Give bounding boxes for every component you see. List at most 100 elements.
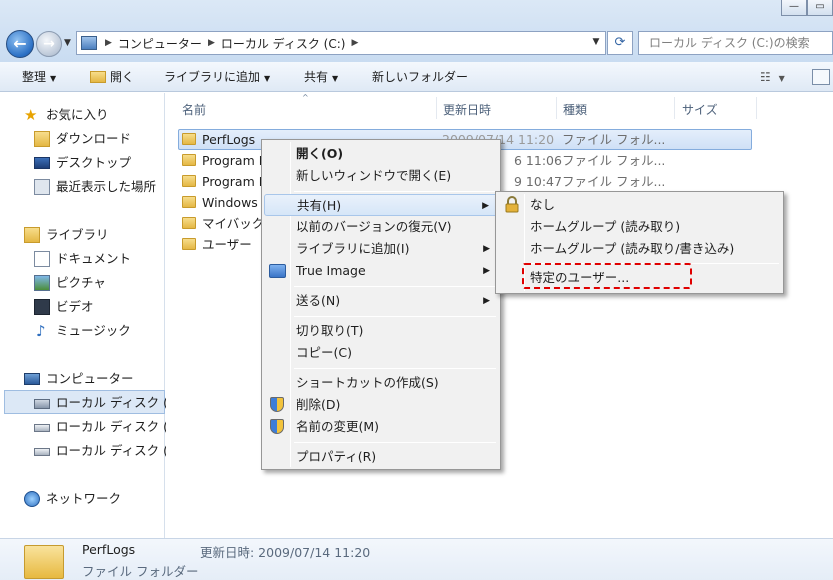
menu-item-rename[interactable]: 名前の変更(M) bbox=[264, 416, 498, 438]
menu-item-true-image[interactable]: True Image ▶ bbox=[264, 260, 498, 282]
file-name: ユーザー bbox=[202, 237, 252, 252]
breadcrumb-chevron-icon[interactable]: ▶ bbox=[351, 38, 358, 48]
file-modified: 6 11:06 bbox=[514, 153, 562, 168]
menu-item-label: 名前の変更(M) bbox=[296, 419, 380, 434]
documents-icon bbox=[34, 251, 50, 267]
nav-label: ローカル ディスク ( bbox=[56, 395, 168, 410]
address-bar[interactable]: ▶ コンピューター ▶ ローカル ディスク (C:) ▶ bbox=[76, 31, 606, 55]
menu-item-share-nobody[interactable]: なし bbox=[498, 194, 781, 216]
add-to-library-button[interactable]: ライブラリに追加 ▼ bbox=[164, 68, 270, 86]
menu-item-open[interactable]: 開く(O) bbox=[264, 143, 498, 165]
star-icon: ★ bbox=[24, 106, 38, 124]
desktop-icon bbox=[34, 157, 50, 169]
nav-label: デスクトップ bbox=[56, 155, 132, 170]
submenu-arrow-icon: ▶ bbox=[483, 244, 490, 254]
menu-item-cut[interactable]: 切り取り(T) bbox=[264, 320, 498, 342]
minimize-button[interactable]: — bbox=[781, 0, 807, 16]
menu-item-create-shortcut[interactable]: ショートカットの作成(S) bbox=[264, 372, 498, 394]
menu-separator bbox=[294, 316, 496, 317]
view-options-icon[interactable]: ☷ ▼ bbox=[760, 68, 785, 86]
breadcrumb-chevron-icon[interactable]: ▶ bbox=[208, 38, 215, 48]
back-button[interactable]: ← bbox=[6, 30, 34, 58]
column-header-name[interactable]: 名前 bbox=[182, 101, 206, 118]
nav-label: ローカル ディスク ( bbox=[56, 419, 168, 434]
uac-shield-icon bbox=[270, 419, 284, 434]
folder-icon bbox=[182, 133, 196, 145]
share-button[interactable]: 共有 ▼ bbox=[304, 68, 338, 86]
breadcrumb-local-disk[interactable]: ローカル ディスク (C:) bbox=[221, 35, 346, 52]
computer-icon bbox=[24, 373, 40, 385]
organize-button[interactable]: 整理 ▼ bbox=[22, 68, 56, 86]
details-modified: 更新日時: 2009/07/14 11:20 bbox=[200, 545, 371, 560]
folder-icon bbox=[182, 196, 196, 208]
music-icon: ♪ bbox=[36, 322, 46, 340]
menu-item-include-library[interactable]: ライブラリに追加(I) ▶ bbox=[264, 238, 498, 260]
recent-pages-dropdown[interactable]: ▼ bbox=[64, 38, 71, 48]
column-header-modified[interactable]: 更新日時 bbox=[443, 101, 491, 118]
nav-label: お気に入り bbox=[46, 107, 109, 122]
column-header-type[interactable]: 種類 bbox=[563, 101, 587, 118]
menu-item-send-to[interactable]: 送る(N) ▶ bbox=[264, 290, 498, 312]
forward-button[interactable]: → bbox=[36, 31, 62, 57]
menu-item-delete[interactable]: 削除(D) bbox=[264, 394, 498, 416]
nav-label: ローカル ディスク ( bbox=[56, 443, 168, 458]
folder-icon bbox=[182, 175, 196, 187]
column-header-size[interactable]: サイズ bbox=[682, 101, 718, 118]
column-divider[interactable] bbox=[756, 97, 757, 119]
column-divider[interactable] bbox=[436, 97, 437, 119]
menu-item-properties[interactable]: プロパティ(R) bbox=[264, 446, 498, 468]
submenu-arrow-icon: ▶ bbox=[483, 266, 490, 276]
drive-icon bbox=[34, 448, 50, 456]
share-label: 共有 bbox=[304, 70, 329, 84]
breadcrumb-computer[interactable]: コンピューター bbox=[118, 35, 202, 52]
submenu-arrow-icon: ▶ bbox=[482, 201, 489, 211]
menu-item-open-new-window[interactable]: 新しいウィンドウで開く(E) bbox=[264, 165, 498, 187]
nav-label: ピクチャ bbox=[56, 275, 106, 290]
menu-item-label: ホームグループ (読み取り) bbox=[530, 219, 681, 234]
sort-ascending-icon: ^ bbox=[302, 93, 309, 102]
system-drive-icon bbox=[34, 399, 50, 409]
computer-drive-icon bbox=[81, 36, 97, 50]
nav-label: ドキュメント bbox=[56, 251, 132, 266]
menu-item-label: 切り取り(T) bbox=[296, 323, 364, 338]
breadcrumb-chevron-icon[interactable]: ▶ bbox=[105, 38, 112, 48]
folder-open-icon bbox=[90, 71, 106, 83]
menu-item-homegroup-readwrite[interactable]: ホームグループ (読み取り/書き込み) bbox=[498, 238, 781, 260]
network-icon bbox=[24, 491, 40, 507]
nav-label: ビデオ bbox=[56, 299, 94, 314]
lock-icon bbox=[505, 196, 519, 213]
nav-label: ネットワーク bbox=[46, 491, 122, 506]
maximize-button[interactable]: ▭ bbox=[807, 0, 833, 16]
file-type: ファイル フォル... bbox=[562, 132, 666, 147]
menu-item-share[interactable]: 共有(H) ▶ bbox=[264, 194, 498, 216]
file-name: PerfLogs bbox=[202, 132, 256, 147]
menu-item-restore-versions[interactable]: 以前のバージョンの復元(V) bbox=[264, 216, 498, 238]
recent-places-icon bbox=[34, 179, 50, 195]
details-pane: PerfLogs ファイル フォルダー 更新日時: 2009/07/14 11:… bbox=[0, 538, 833, 580]
preview-pane-icon[interactable] bbox=[812, 69, 830, 85]
menu-item-label: 共有(H) bbox=[297, 198, 342, 213]
menu-item-label: 以前のバージョンの復元(V) bbox=[296, 219, 452, 234]
open-button[interactable]: 開く bbox=[90, 68, 134, 86]
open-label: 開く bbox=[110, 70, 135, 84]
pictures-icon bbox=[34, 275, 50, 291]
address-dropdown-icon[interactable]: ▼ bbox=[586, 31, 606, 55]
context-menu: 開く(O) 新しいウィンドウで開く(E) 共有(H) ▶ 以前のバージョンの復元… bbox=[261, 139, 501, 470]
refresh-button[interactable]: ⟳ bbox=[607, 31, 633, 55]
videos-icon bbox=[34, 299, 50, 315]
organize-label: 整理 bbox=[22, 70, 47, 84]
command-bar: 整理 ▼ 開く ライブラリに追加 ▼ 共有 ▼ 新しいフォルダー ☷ ▼ bbox=[0, 62, 833, 92]
menu-item-homegroup-read[interactable]: ホームグループ (読み取り) bbox=[498, 216, 781, 238]
new-folder-label: 新しいフォルダー bbox=[372, 70, 469, 84]
column-divider[interactable] bbox=[556, 97, 557, 119]
menu-item-label: ライブラリに追加(I) bbox=[296, 241, 410, 256]
menu-item-label: ホームグループ (読み取り/書き込み) bbox=[530, 241, 735, 256]
column-divider[interactable] bbox=[674, 97, 675, 119]
new-folder-button[interactable]: 新しいフォルダー bbox=[372, 68, 468, 86]
folder-icon bbox=[182, 217, 196, 229]
search-input[interactable]: ローカル ディスク (C:)の検索 bbox=[638, 31, 833, 55]
menu-item-label: プロパティ(R) bbox=[296, 449, 377, 464]
nav-label: ライブラリ bbox=[46, 227, 109, 242]
menu-item-copy[interactable]: コピー(C) bbox=[264, 342, 498, 364]
nav-label: ミュージック bbox=[56, 323, 131, 338]
